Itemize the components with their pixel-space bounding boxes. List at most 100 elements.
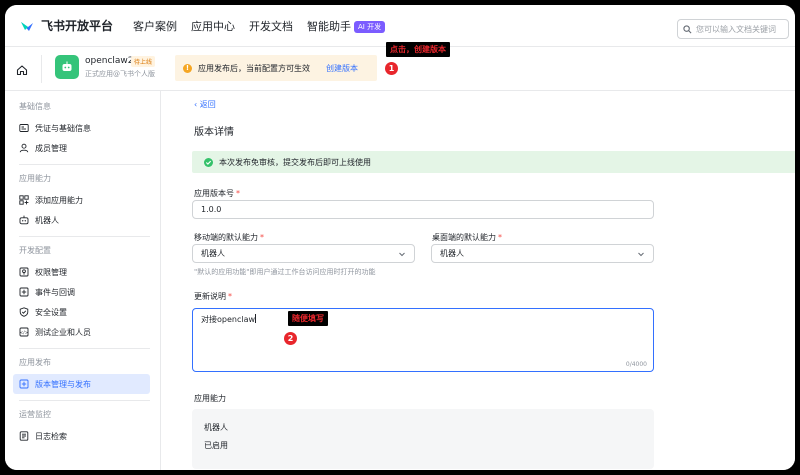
home-icon[interactable] xyxy=(16,61,28,80)
sidebar-item-label: 安全设置 xyxy=(35,307,67,317)
svg-text:</>: </> xyxy=(20,330,29,335)
annotation-number-1: 1 xyxy=(385,62,398,75)
sidebar-item-label: 测试企业和人员 xyxy=(35,327,91,337)
sidebar-section-monitor: 运营监控 xyxy=(19,410,51,419)
sidebar-item-label: 版本管理与发布 xyxy=(35,379,91,389)
sidebar-item-events[interactable]: 事件与回调 xyxy=(13,282,150,302)
sidebar-divider xyxy=(19,400,150,401)
desktop-default-select[interactable]: 机器人 xyxy=(431,244,654,263)
sidebar-item-bot[interactable]: 机器人 xyxy=(13,210,150,230)
back-link[interactable]: ‹ 返回 xyxy=(194,99,216,110)
sidebar-item-test-tenants[interactable]: </> 测试企业和人员 xyxy=(13,322,150,342)
text-caret xyxy=(255,314,257,323)
sidebar-item-label: 事件与回调 xyxy=(35,287,75,297)
mobile-default-value: 机器人 xyxy=(201,249,225,258)
desktop-default-label: 桌面端的默认能力 * xyxy=(432,232,502,243)
release-notes-textarea[interactable]: 对接openclaw 0/4000 xyxy=(192,308,654,372)
logo-text: 飞书开放平台 xyxy=(41,19,114,33)
status-badge: 待上线 xyxy=(131,56,156,67)
char-counter: 0/4000 xyxy=(625,361,647,368)
notice-text: 应用发布后，当前配置方可生效 xyxy=(198,63,310,73)
bot-icon xyxy=(19,215,29,225)
sidebar-item-credentials[interactable]: 凭证与基础信息 xyxy=(13,118,150,138)
back-label: 返回 xyxy=(199,100,216,109)
nav-link-docs[interactable]: 开发文档 xyxy=(249,18,293,34)
sidebar: 基础信息 凭证与基础信息 成员管理 应用能力 添加应用能力 机器人 开发配置 权… xyxy=(5,91,161,470)
credential-icon xyxy=(19,124,29,132)
sidebar-section-dev: 开发配置 xyxy=(19,246,51,255)
annotation-label-1: 点击，创建版本 xyxy=(386,42,450,57)
app-subtitle: 正式应用@飞书个人版 xyxy=(85,70,155,78)
publish-notice: ! 应用发布后，当前配置方可生效 创建版本 xyxy=(175,55,377,81)
app-name: openclaw2 xyxy=(85,56,134,66)
annotation-label-2: 随便填写 xyxy=(288,311,328,326)
sidebar-item-version-release[interactable]: 版本管理与发布 xyxy=(13,374,150,394)
nav-links: 客户案例 应用中心 开发文档 智能助手 AI 开发 xyxy=(133,18,399,34)
shield-icon xyxy=(19,307,29,317)
search-input[interactable]: 您可以输入文档关键词 xyxy=(677,19,789,39)
required-mark: * xyxy=(236,189,240,198)
required-mark: * xyxy=(260,233,264,242)
event-icon xyxy=(19,287,29,297)
warning-icon: ! xyxy=(183,63,192,73)
sidebar-item-label: 成员管理 xyxy=(35,143,67,153)
top-navbar: 飞书开放平台 客户案例 应用中心 开发文档 智能助手 AI 开发 您可以输入文档关… xyxy=(5,5,795,47)
sidebar-item-label: 凭证与基础信息 xyxy=(35,123,91,133)
chevron-down-icon xyxy=(399,252,405,256)
sidebar-item-label: 日志检索 xyxy=(35,431,67,441)
mobile-default-label: 移动端的默认能力 * xyxy=(194,232,264,243)
capability-name: 机器人 xyxy=(204,423,228,432)
main-content: ‹ 返回 版本详情 本次发布免审核，提交发布后即可上线使用 应用版本号 * 1.0… xyxy=(162,91,795,470)
sidebar-item-permissions[interactable]: 权限管理 xyxy=(13,262,150,282)
nav-link-cases[interactable]: 客户案例 xyxy=(133,18,177,34)
version-input[interactable]: 1.0.0 xyxy=(192,200,654,219)
required-mark: * xyxy=(228,292,232,301)
sidebar-divider xyxy=(19,164,150,165)
app-avatar xyxy=(55,55,79,79)
version-label: 应用版本号 * xyxy=(194,188,240,199)
sidebar-item-security[interactable]: 安全设置 xyxy=(13,302,150,322)
release-notes-label: 更新说明 * xyxy=(194,291,232,302)
capabilities-label: 应用能力 xyxy=(194,394,226,403)
sidebar-item-add-capability[interactable]: 添加应用能力 xyxy=(13,190,150,210)
nav-link-assistant[interactable]: 智能助手 AI 开发 xyxy=(307,18,386,34)
test-icon: </> xyxy=(19,327,29,337)
success-banner: 本次发布免审核，提交发布后即可上线使用 xyxy=(192,151,795,173)
nav-link-assistant-label: 智能助手 xyxy=(307,19,352,33)
nav-link-app-center[interactable]: 应用中心 xyxy=(191,18,235,34)
capability-status: 已启用 xyxy=(204,441,228,450)
app-window: 飞书开放平台 客户案例 应用中心 开发文档 智能助手 AI 开发 您可以输入文档关… xyxy=(5,5,795,470)
success-text: 本次发布免审核，提交发布后即可上线使用 xyxy=(219,157,371,167)
sidebar-item-logs[interactable]: 日志检索 xyxy=(13,426,150,446)
permission-icon xyxy=(19,267,29,277)
app-header: openclaw2 待上线 正式应用@飞书个人版 ! 应用发布后，当前配置方可生… xyxy=(5,42,795,91)
required-mark: * xyxy=(498,233,502,242)
sidebar-section-basic: 基础信息 xyxy=(19,102,51,111)
release-notes-value: 对接openclaw xyxy=(201,315,256,324)
sidebar-section-capability: 应用能力 xyxy=(19,174,51,183)
divider xyxy=(41,55,42,83)
search-placeholder: 您可以输入文档关键词 xyxy=(696,24,776,34)
sidebar-item-members[interactable]: 成员管理 xyxy=(13,138,150,158)
logo[interactable]: 飞书开放平台 xyxy=(19,17,113,34)
page-title: 版本详情 xyxy=(194,127,234,138)
robot-icon xyxy=(62,61,72,71)
version-label-text: 应用版本号 xyxy=(194,189,234,198)
mobile-default-select[interactable]: 机器人 xyxy=(192,244,415,263)
sidebar-item-label: 权限管理 xyxy=(35,267,67,277)
capabilities-box: 机器人 已启用 xyxy=(192,409,654,469)
sidebar-divider xyxy=(19,236,150,237)
annotation-number-2: 2 xyxy=(284,332,297,345)
desktop-default-value: 机器人 xyxy=(440,249,464,258)
desktop-default-label-text: 桌面端的默认能力 xyxy=(432,233,496,242)
feishu-logo-icon xyxy=(19,18,35,34)
user-icon xyxy=(19,143,29,153)
sidebar-item-label: 添加应用能力 xyxy=(35,195,83,205)
check-circle-icon xyxy=(204,157,213,167)
ai-badge: AI 开发 xyxy=(354,20,386,33)
mobile-default-label-text: 移动端的默认能力 xyxy=(194,233,258,242)
log-icon xyxy=(19,431,29,441)
create-version-link[interactable]: 创建版本 xyxy=(326,63,358,74)
search-icon xyxy=(683,24,692,33)
default-capability-hint: "默认的应用功能"即用户通过工作台访问应用时打开的功能 xyxy=(194,268,376,276)
